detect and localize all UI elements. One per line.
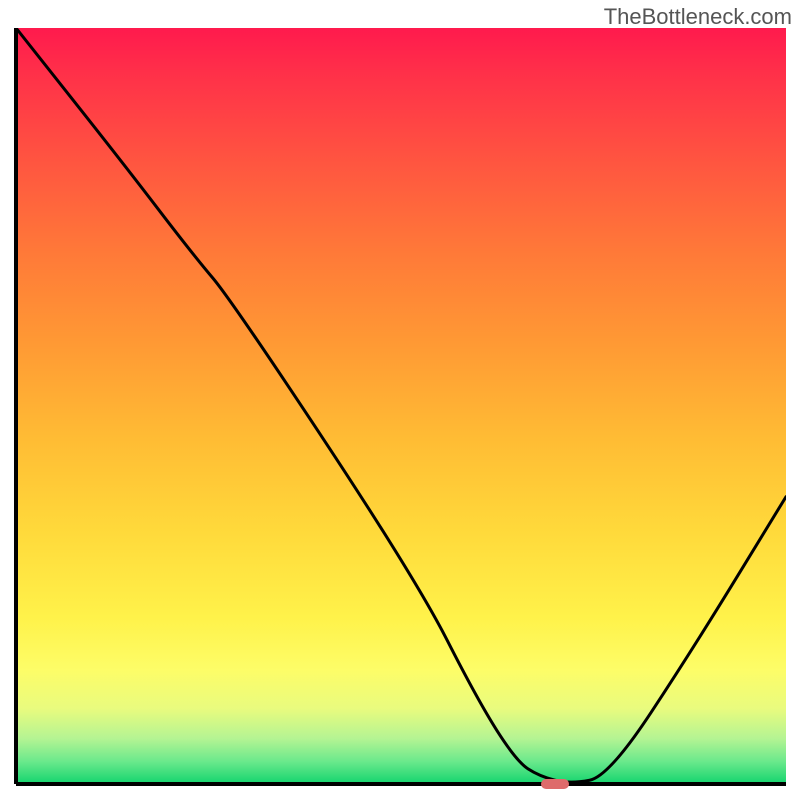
optimal-marker-icon [541,779,569,789]
watermark-text: TheBottleneck.com [604,4,792,30]
bottleneck-plot [14,28,786,786]
plot-axes [14,28,786,786]
